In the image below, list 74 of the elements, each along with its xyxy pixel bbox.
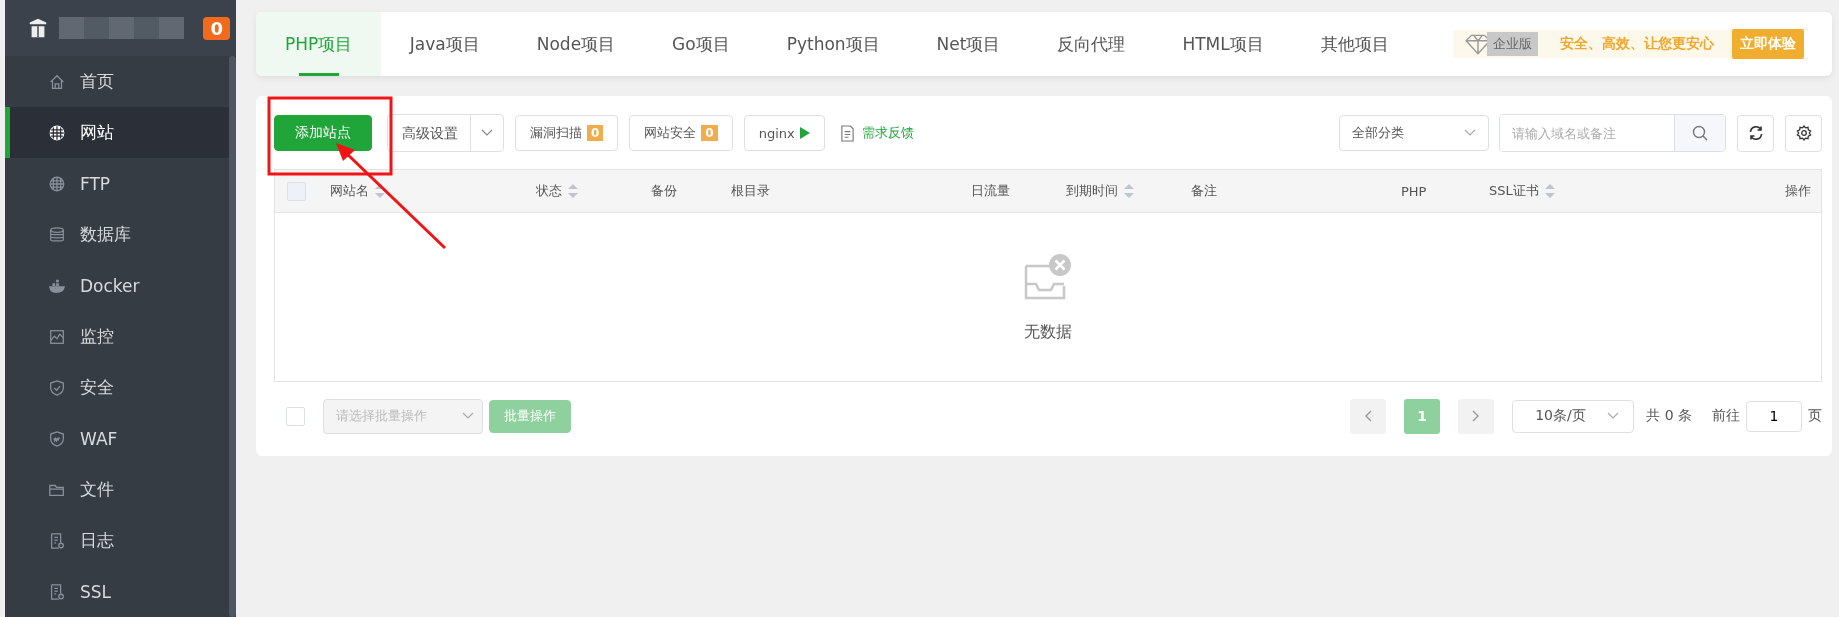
sidebar-item[interactable]: 数据库: [5, 209, 229, 260]
column-header: 备份: [651, 182, 677, 200]
sidebar-item[interactable]: 日志: [5, 515, 229, 566]
certificate-icon: [48, 582, 66, 601]
caret-icon: [462, 412, 474, 420]
document-icon: [48, 531, 66, 550]
column-header: 备注: [1191, 182, 1217, 200]
promo-slogan: 安全、高效、让您更安心: [1559, 35, 1715, 53]
settings-icon: [1795, 125, 1812, 141]
shield-icon: [48, 378, 66, 397]
column-header[interactable]: 到期时间: [1066, 182, 1134, 200]
nginx-button[interactable]: nginx: [743, 115, 825, 151]
page-suffix: 页: [1808, 407, 1822, 425]
total-count: 共 0 条: [1646, 407, 1692, 425]
page-size-select[interactable]: 10条/页: [1512, 399, 1635, 433]
column-header[interactable]: 网站名: [330, 182, 385, 200]
sort-icon: [1124, 183, 1134, 199]
vulnerability-scan-button[interactable]: 漏洞扫描 0: [515, 115, 619, 151]
project-tab[interactable]: 反向代理: [1028, 12, 1154, 76]
column-header[interactable]: 状态: [536, 182, 578, 200]
shield-icon: [48, 429, 66, 448]
sidebar-item[interactable]: 首页: [5, 56, 229, 107]
sidebar-item[interactable]: 安全: [5, 362, 229, 413]
logo-icon: [27, 17, 49, 39]
home-icon: [48, 72, 66, 91]
sort-icon: [568, 183, 578, 199]
globe-icon: [48, 123, 66, 142]
column-header[interactable]: SSL证书: [1489, 182, 1555, 200]
project-tab[interactable]: Java项目: [381, 12, 509, 76]
search-icon: [1692, 125, 1708, 141]
sidebar-item[interactable]: 监控: [5, 311, 229, 362]
project-tab[interactable]: Net项目: [908, 12, 1029, 76]
database-icon: [48, 225, 66, 244]
site-security-button[interactable]: 网站安全 0: [629, 115, 733, 151]
play-icon: [799, 127, 810, 139]
sort-icon: [1544, 183, 1555, 199]
refresh-button[interactable]: [1737, 114, 1774, 152]
search-button[interactable]: [1674, 115, 1725, 151]
search-field[interactable]: 请输入域名或备注: [1499, 114, 1726, 152]
refresh-icon: [1747, 125, 1764, 141]
globe-icon: [48, 174, 66, 193]
project-tab[interactable]: HTML项目: [1153, 12, 1293, 76]
caret-icon: [481, 129, 493, 137]
note-icon: [839, 124, 855, 142]
chart-icon: [48, 327, 66, 346]
settings-button[interactable]: [1785, 114, 1822, 152]
sidebar-item[interactable]: FTP: [5, 158, 229, 209]
scrollbar[interactable]: [229, 56, 236, 617]
edition-label: 企业版: [1487, 32, 1538, 56]
page-input[interactable]: 1: [1746, 400, 1802, 432]
chevron-right-icon: [1472, 410, 1481, 422]
project-tab[interactable]: Go项目: [643, 12, 759, 76]
goto-label: 前往: [1712, 407, 1740, 425]
sidebar-item[interactable]: 文件: [5, 464, 229, 515]
sidebar-item[interactable]: WAF: [5, 413, 229, 464]
sidebar-item[interactable]: SSL: [5, 566, 229, 617]
caret-icon: [1464, 129, 1476, 137]
select-all-checkbox[interactable]: [286, 406, 305, 426]
select-all-checkbox[interactable]: [287, 181, 306, 201]
advanced-settings-button[interactable]: 高级设置: [387, 114, 504, 152]
project-tab[interactable]: Node项目: [508, 12, 644, 76]
project-tab[interactable]: Python项目: [758, 12, 909, 76]
column-header: 操作: [1785, 182, 1811, 200]
category-select[interactable]: 全部分类: [1339, 115, 1489, 151]
caret-icon: [1607, 412, 1620, 420]
project-tab[interactable]: 其他项目: [1292, 12, 1418, 76]
column-header: 日流量: [971, 182, 1010, 200]
chevron-left-icon: [1364, 410, 1373, 422]
column-header: PHP: [1401, 183, 1427, 199]
sidebar-item[interactable]: 网站: [5, 107, 229, 158]
empty-message: 无数据: [1024, 321, 1072, 343]
sidebar-item[interactable]: Docker: [5, 260, 229, 311]
sort-icon: [375, 183, 385, 199]
column-header: 根目录: [731, 182, 770, 200]
